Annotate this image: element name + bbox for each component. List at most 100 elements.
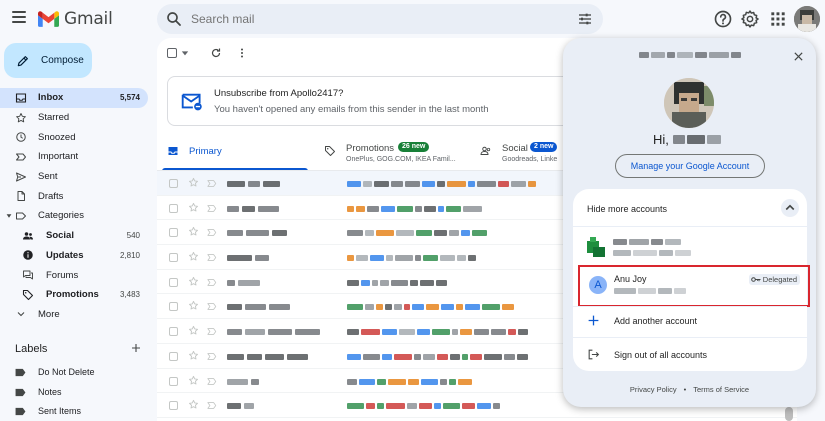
- current-account-email-redacted: [563, 52, 816, 62]
- subject-redacted: [347, 304, 514, 311]
- close-icon[interactable]: [793, 51, 804, 62]
- label-item-do-not-delete[interactable]: Do Not Delete: [15, 364, 95, 380]
- important-marker-icon[interactable]: [207, 352, 217, 361]
- manage-account-button[interactable]: Manage your Google Account: [615, 154, 765, 178]
- important-marker-icon[interactable]: [207, 253, 217, 262]
- terms-of-service-link[interactable]: Terms of Service: [693, 385, 749, 394]
- row-checkbox[interactable]: [169, 253, 178, 263]
- important-marker-icon[interactable]: [207, 278, 217, 287]
- star-icon[interactable]: [188, 251, 199, 262]
- search-bar[interactable]: [157, 4, 603, 34]
- star-icon[interactable]: [188, 202, 199, 213]
- tag-icon: [325, 146, 335, 156]
- clock-icon: [16, 132, 26, 142]
- main-menu-icon[interactable]: [12, 11, 26, 23]
- new-count-badge: 2 new: [530, 142, 558, 152]
- sidebar-item-updates[interactable]: Updates 2,810: [0, 246, 148, 266]
- star-icon[interactable]: [188, 399, 199, 410]
- select-dropdown-icon[interactable]: [181, 49, 189, 57]
- search-input[interactable]: [191, 12, 561, 26]
- profile-picture[interactable]: [664, 78, 714, 128]
- row-checkbox[interactable]: [169, 376, 178, 386]
- sidebar-item-inbox[interactable]: Inbox 5,574: [0, 88, 148, 108]
- star-icon[interactable]: [188, 375, 199, 386]
- add-account-button[interactable]: Add another account: [587, 314, 697, 327]
- collapse-accounts-button[interactable]: [781, 199, 799, 217]
- important-marker-icon[interactable]: [207, 179, 217, 188]
- star-icon[interactable]: [188, 350, 199, 361]
- row-checkbox[interactable]: [169, 228, 178, 238]
- important-marker-icon[interactable]: [207, 204, 217, 213]
- star-icon[interactable]: [188, 226, 199, 237]
- star-icon[interactable]: [188, 177, 199, 188]
- privacy-policy-link[interactable]: Privacy Policy: [630, 385, 677, 394]
- add-label-icon[interactable]: [130, 342, 142, 354]
- star-icon[interactable]: [188, 276, 199, 287]
- important-marker-icon[interactable]: [207, 302, 217, 311]
- sender-redacted: [227, 279, 260, 286]
- compose-button[interactable]: Compose: [4, 43, 92, 78]
- sidebar-item-label: Drafts: [38, 190, 64, 202]
- tab-promotions[interactable]: Promotions 26 new OnePlus, GOG.COM, IKEA…: [314, 135, 474, 169]
- important-marker-icon[interactable]: [207, 327, 217, 336]
- divider: [573, 306, 807, 307]
- star-icon[interactable]: [188, 300, 199, 311]
- inbox-icon: [168, 147, 178, 155]
- account-item-other[interactable]: [585, 234, 797, 264]
- important-marker-icon[interactable]: [207, 377, 217, 386]
- label-item-sent-items[interactable]: Sent Items: [15, 403, 81, 419]
- row-checkbox[interactable]: [169, 203, 178, 213]
- expand-caret-icon[interactable]: [6, 213, 12, 219]
- account-avatar[interactable]: [794, 6, 820, 32]
- row-checkbox[interactable]: [169, 401, 178, 411]
- label-item-notes[interactable]: Notes: [15, 384, 62, 400]
- sidebar-item-label: Important: [38, 151, 79, 163]
- sidebar-item-more[interactable]: More: [0, 305, 148, 325]
- tab-primary[interactable]: Primary: [157, 135, 307, 169]
- settings-gear-icon[interactable]: [740, 9, 760, 29]
- mail-scrollbar[interactable]: [785, 407, 793, 421]
- sidebar-item-starred[interactable]: Starred: [0, 108, 148, 128]
- search-icon[interactable]: [165, 10, 183, 28]
- account-avatar-icon: [587, 237, 605, 257]
- pencil-icon: [17, 55, 28, 66]
- help-icon[interactable]: [713, 9, 733, 29]
- refresh-icon[interactable]: [210, 47, 222, 59]
- row-checkbox[interactable]: [169, 351, 178, 361]
- important-marker-icon[interactable]: [207, 228, 217, 237]
- row-checkbox[interactable]: [169, 302, 178, 312]
- row-checkbox[interactable]: [169, 327, 178, 337]
- select-all-checkbox[interactable]: [167, 48, 177, 58]
- subject-redacted: [347, 279, 447, 286]
- forum-icon: [23, 270, 33, 280]
- hide-accounts-label[interactable]: Hide more accounts: [587, 204, 667, 214]
- sidebar-item-forums[interactable]: Forums: [0, 265, 148, 285]
- more-vert-icon[interactable]: [236, 47, 248, 59]
- app-name: Gmail: [64, 9, 113, 29]
- sidebar-item-drafts[interactable]: Drafts: [0, 186, 148, 206]
- gmail-logo[interactable]: Gmail: [38, 9, 113, 29]
- social-icon: [23, 231, 33, 240]
- account-menu-popup: Hi, Manage your Google Account Hide more…: [563, 38, 816, 407]
- sidebar-item-categories[interactable]: Categories: [0, 206, 148, 226]
- account-item-delegated[interactable]: A Anu Joy Delegated: [578, 265, 810, 307]
- search-options-icon[interactable]: [577, 11, 593, 27]
- label-tag-icon: [15, 368, 26, 376]
- sidebar-item-sent[interactable]: Sent: [0, 167, 148, 187]
- row-checkbox[interactable]: [169, 277, 178, 287]
- sidebar-item-label: Updates: [46, 249, 84, 261]
- sidebar-item-snoozed[interactable]: Snoozed: [0, 127, 148, 147]
- subject-redacted: [347, 230, 487, 237]
- apps-grid-icon[interactable]: [768, 9, 788, 29]
- important-marker-icon[interactable]: [207, 401, 217, 410]
- sender-redacted: [227, 181, 280, 187]
- sidebar-item-label: Forums: [46, 269, 79, 281]
- star-icon[interactable]: [188, 325, 199, 336]
- sidebar-item-promotions[interactable]: Promotions 3,483: [0, 285, 148, 305]
- label-tag-icon: [15, 407, 26, 415]
- sign-out-button[interactable]: Sign out of all accounts: [587, 348, 707, 361]
- gmail-logo-icon: [38, 11, 59, 27]
- sidebar-item-important[interactable]: Important: [0, 147, 148, 167]
- row-checkbox[interactable]: [169, 179, 178, 188]
- sidebar-item-social[interactable]: Social 540: [0, 226, 148, 246]
